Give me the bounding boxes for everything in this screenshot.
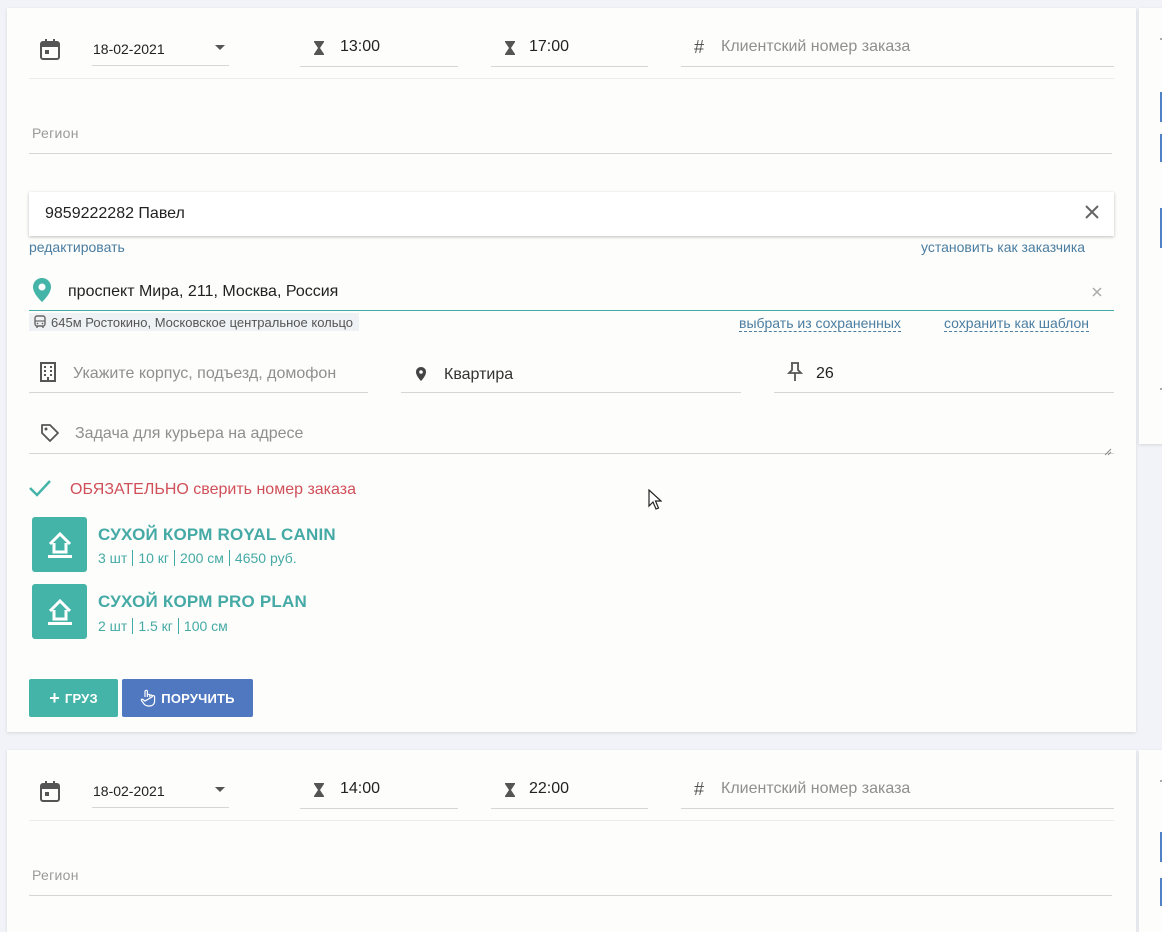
assign-button[interactable]: ПОРУЧИТЬ (122, 679, 253, 717)
tag-icon (39, 422, 61, 444)
hash-icon: # (694, 779, 705, 799)
cargo-quantity: 3 шт (98, 550, 128, 566)
station-text: 645м Ростокино, Московское центральное к… (51, 314, 354, 330)
divider (29, 78, 1114, 79)
region-field[interactable]: Регион (29, 860, 1112, 896)
hourglass-icon (312, 40, 326, 56)
address-field[interactable]: проспект Мира, 211, Москва, Россия (29, 273, 1114, 311)
date-value: 18-02-2021 (93, 41, 165, 57)
region-field[interactable]: Регион (29, 118, 1112, 154)
hand-pointer-icon (140, 689, 156, 707)
time-from-field[interactable]: 14:00 (300, 774, 458, 809)
region-placeholder: Регион (32, 125, 79, 141)
add-cargo-button[interactable]: + ГРУЗ (29, 679, 118, 717)
time-from-value: 13:00 (340, 38, 381, 55)
set-customer-link[interactable]: установить как заказчика (921, 239, 1085, 255)
time-to-value: 22:00 (529, 780, 570, 797)
date-value: 18-02-2021 (93, 783, 165, 799)
courier-task-field[interactable]: Задача для курьера на адресе (29, 416, 1114, 456)
metro-station-chip: 645м Ростокино, Московское центральное к… (29, 313, 360, 331)
calendar-icon[interactable] (39, 780, 61, 804)
plus-icon: + (49, 688, 60, 708)
hourglass-icon (503, 40, 517, 56)
contact-field[interactable]: 9859222282 Павел (29, 192, 1114, 236)
order-card: 18-02-2021 13:00 17:00 # Клиентский номе… (7, 8, 1136, 732)
building-placeholder: Укажите корпус, подъезд, домофон (73, 365, 337, 382)
date-select[interactable]: 18-02-2021 (92, 778, 229, 808)
side-card-2 (1139, 750, 1162, 932)
floor-value: 26 (816, 365, 834, 382)
cargo-meta: 2 шт 1.5 кг 100 см (98, 618, 233, 634)
cargo-size: 200 см (174, 550, 229, 566)
client-order-number-placeholder: Клиентский номер заказа (721, 38, 911, 55)
courier-task-placeholder: Задача для курьера на адресе (75, 425, 304, 442)
region-placeholder: Регион (32, 867, 79, 883)
cargo-quantity: 2 шт (98, 618, 128, 634)
building-icon (39, 361, 57, 383)
hash-icon: # (694, 37, 705, 57)
location-pin-icon (32, 278, 52, 302)
calendar-icon[interactable] (39, 38, 61, 62)
time-to-field[interactable]: 22:00 (491, 774, 648, 809)
cargo-weight: 1.5 кг (132, 618, 178, 634)
save-template-link[interactable]: сохранить как шаблон (944, 315, 1089, 332)
time-to-value: 17:00 (529, 38, 570, 55)
edit-contact-link[interactable]: редактировать (29, 239, 125, 255)
cargo-title[interactable]: СУХОЙ КОРМ PRO PLAN (98, 592, 307, 612)
time-to-field[interactable]: 17:00 (491, 32, 648, 67)
bus-icon (33, 315, 47, 329)
contact-value: 9859222282 Павел (45, 205, 185, 222)
assign-label: ПОРУЧИТЬ (161, 690, 235, 706)
divider (29, 820, 1114, 821)
client-order-number-field[interactable]: # Клиентский номер заказа (681, 774, 1114, 809)
mouse-cursor-icon (648, 488, 663, 511)
apartment-field[interactable]: Квартира (401, 356, 741, 393)
cargo-size: 100 см (177, 618, 233, 634)
address-value: проспект Мира, 211, Москва, Россия (68, 283, 339, 300)
pushpin-icon (786, 362, 804, 382)
chevron-down-icon (215, 787, 225, 792)
chevron-down-icon (215, 45, 225, 50)
client-order-number-field[interactable]: # Клиентский номер заказа (681, 32, 1114, 67)
building-field[interactable]: Укажите корпус, подъезд, домофон (29, 356, 368, 393)
floor-field[interactable]: 26 (774, 356, 1114, 393)
add-cargo-label: ГРУЗ (64, 690, 98, 706)
side-card-1 (1139, 8, 1162, 444)
cargo-weight: 10 кг (132, 550, 174, 566)
cargo-title[interactable]: СУХОЙ КОРМ ROYAL CANIN (98, 525, 336, 545)
choose-saved-link[interactable]: выбрать из сохраненных (739, 315, 901, 332)
cargo-price: 4650 руб. (228, 550, 302, 566)
close-icon[interactable] (1084, 204, 1100, 220)
hourglass-icon (312, 782, 326, 798)
resize-handle[interactable] (1104, 443, 1112, 456)
client-order-number-placeholder: Клиентский номер заказа (721, 780, 911, 797)
check-note-text: ОБЯЗАТЕЛЬНО сверить номер заказа (70, 481, 356, 498)
apartment-placeholder: Квартира (444, 366, 514, 383)
order-card: 18-02-2021 14:00 22:00 # Клиентский номе… (7, 750, 1136, 932)
date-select[interactable]: 18-02-2021 (92, 36, 229, 66)
check-icon[interactable] (28, 478, 52, 498)
cargo-upload-icon (32, 584, 87, 639)
cargo-upload-icon (32, 517, 87, 572)
cargo-meta: 3 шт 10 кг 200 см 4650 руб. (98, 550, 302, 566)
time-from-field[interactable]: 13:00 (300, 32, 458, 67)
map-marker-icon (415, 366, 427, 382)
time-from-value: 14:00 (340, 780, 381, 797)
hourglass-icon (503, 782, 517, 798)
clear-address-icon[interactable] (1091, 285, 1103, 297)
